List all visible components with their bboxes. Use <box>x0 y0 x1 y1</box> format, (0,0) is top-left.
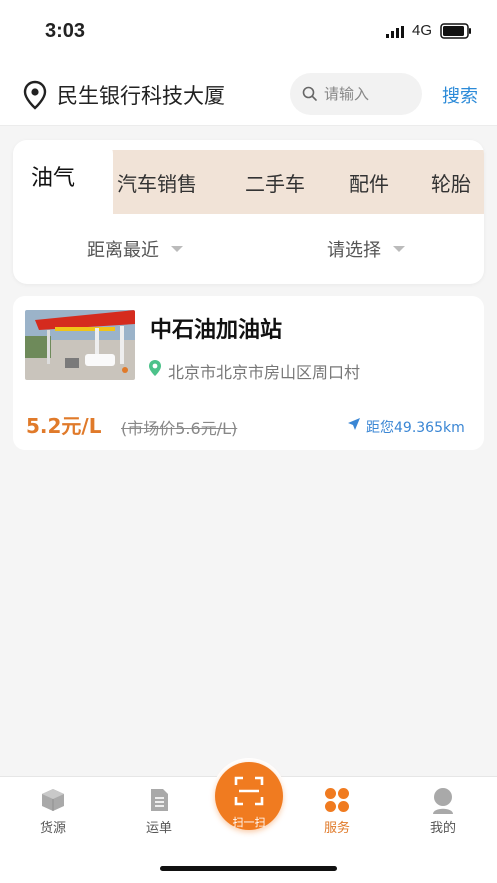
select-dropdown[interactable]: 请选择 <box>327 236 405 262</box>
status-bar: 3:03 4G <box>0 0 497 62</box>
nav-waybill-label: 运单 <box>145 821 172 836</box>
tab-oil-gas[interactable]: 油气 <box>31 160 75 192</box>
location-pin-icon[interactable] <box>22 80 48 110</box>
distance-sort-dropdown[interactable]: 距离最近 <box>87 236 183 262</box>
box-icon <box>42 789 64 811</box>
station-card[interactable]: 中石油加油站 北京市北京市房山区周口村 5.2元/L (市场价5.6元/L) 距… <box>13 296 484 450</box>
search-icon <box>302 86 317 101</box>
nav-service-label: 服务 <box>323 821 350 836</box>
search-button[interactable]: 搜索 <box>442 82 478 108</box>
current-location[interactable]: 民生银行科技大厦 <box>57 80 225 110</box>
nav-mine-label: 我的 <box>429 821 456 836</box>
station-distance[interactable]: 距您49.365km <box>366 417 465 437</box>
battery-icon <box>440 23 471 39</box>
nav-mine[interactable]: 我的 <box>403 777 483 847</box>
fuel-price: 5.2元/L <box>26 414 102 438</box>
chevron-down-icon <box>393 246 405 252</box>
station-name: 中石油加油站 <box>150 318 283 343</box>
tab-used-cars[interactable]: 二手车 <box>245 168 305 197</box>
scan-button[interactable]: 扫一扫 <box>215 762 283 830</box>
user-icon <box>433 788 453 814</box>
map-pin-icon <box>149 360 161 376</box>
category-filter-card: 油气 汽车销售 二手车 配件 轮胎 距离最近 请选择 <box>13 140 484 284</box>
home-indicator[interactable] <box>160 866 337 871</box>
market-price: (市场价5.6元/L) <box>121 419 238 438</box>
navigation-arrow-icon <box>348 418 360 430</box>
nav-cargo-label: 货源 <box>39 821 66 836</box>
scan-label: 扫一扫 <box>232 816 266 829</box>
network-type: 4G <box>412 22 433 39</box>
tab-car-sales[interactable]: 汽车销售 <box>117 168 197 197</box>
search-input[interactable] <box>324 83 414 105</box>
scan-icon <box>234 776 264 806</box>
distance-sort-label: 距离最近 <box>87 240 159 261</box>
clock: 3:03 <box>45 20 86 42</box>
tab-parts[interactable]: 配件 <box>349 168 389 197</box>
nav-waybill[interactable]: 运单 <box>119 777 199 847</box>
chevron-down-icon <box>171 246 183 252</box>
search-box[interactable] <box>290 73 422 115</box>
document-icon <box>151 789 168 811</box>
header: 民生银行科技大厦 搜索 <box>0 62 497 126</box>
four-leaf-icon <box>325 788 349 812</box>
select-label: 请选择 <box>327 240 381 261</box>
station-photo <box>25 310 135 380</box>
signal-icon <box>386 26 404 38</box>
nav-service[interactable]: 服务 <box>297 777 377 847</box>
station-address: 北京市北京市房山区周口村 <box>168 363 361 382</box>
tab-tires[interactable]: 轮胎 <box>431 168 471 197</box>
nav-cargo[interactable]: 货源 <box>13 777 93 847</box>
